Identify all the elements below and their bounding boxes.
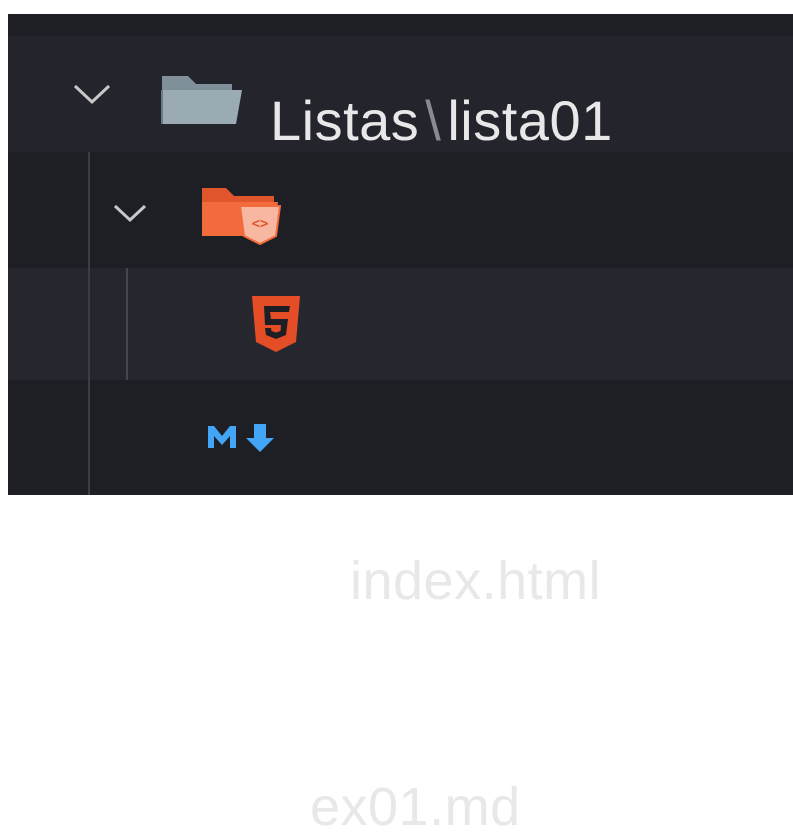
chevron-down-icon[interactable] — [72, 82, 112, 106]
indent-guide-inner — [126, 268, 128, 380]
tree-item-ex01-md[interactable]: ex01.md — [8, 380, 793, 837]
file-explorer: Listas\lista01 <> html index.html — [0, 0, 793, 837]
root-folder-label: Listas \ lista01 — [270, 88, 613, 153]
root-label-part1: Listas — [270, 89, 420, 152]
folder-open-icon — [161, 76, 242, 124]
html5-icon — [252, 296, 300, 352]
explorer-panel: Listas\lista01 <> html index.html — [8, 14, 793, 837]
indent-guide-outer — [88, 152, 90, 495]
svg-text:<>: <> — [252, 216, 269, 232]
ex01-md-label: ex01.md — [310, 777, 521, 837]
markdown-icon — [208, 424, 274, 452]
path-separator: \ — [425, 89, 442, 152]
root-label-part2: lista01 — [447, 89, 613, 152]
tree-item-html-folder[interactable]: <> html — [8, 152, 793, 379]
html-folder-icon: <> — [202, 188, 282, 246]
tree-item-root-folder[interactable]: Listas \ lista01 — [8, 36, 793, 152]
index-html-label: index.html — [350, 551, 602, 611]
chevron-down-icon[interactable] — [112, 202, 148, 224]
top-strip — [0, 0, 793, 14]
